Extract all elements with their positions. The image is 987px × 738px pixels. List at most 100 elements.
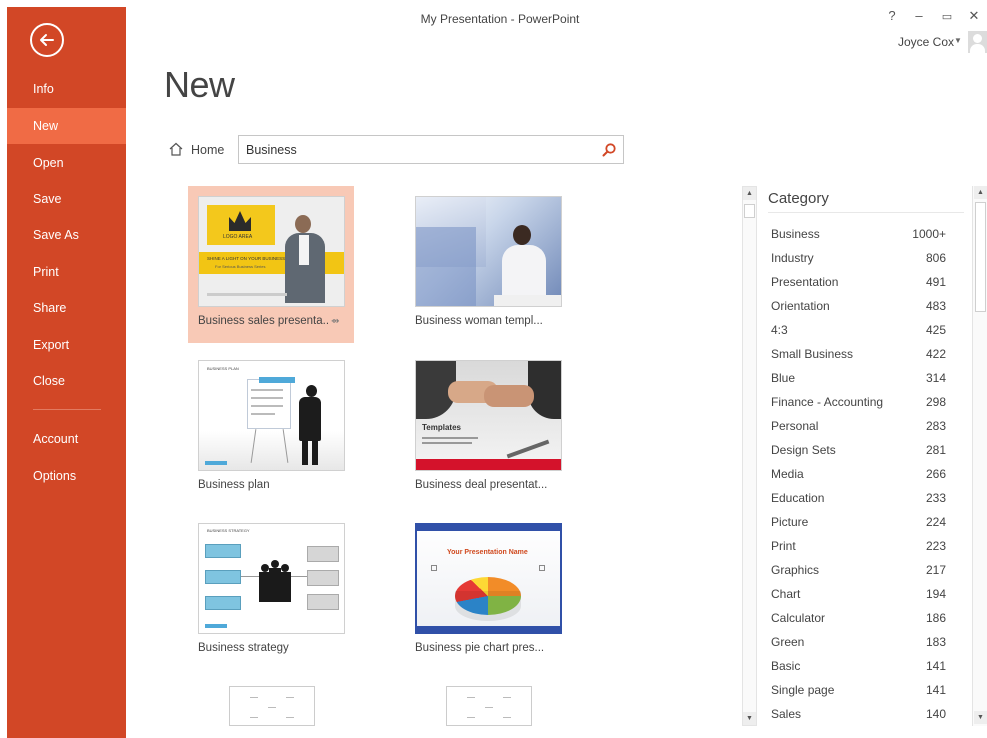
category-item[interactable]: Basic 141 [768, 654, 946, 678]
category-count: 186 [925, 611, 946, 625]
template-thumbnail-partial[interactable] [446, 686, 532, 726]
search-input[interactable] [246, 140, 586, 160]
pin-icon[interactable]: ⇴ [331, 316, 339, 327]
category-item[interactable]: Sales 140 [768, 702, 946, 726]
template-label: Business plan [198, 479, 270, 491]
template-thumbnail: LOGO AREA SHINE A LIGHT ON YOUR BUSINESS… [198, 196, 345, 307]
template-tile[interactable]: BUSINESS STRATEGY Business strategy [188, 513, 354, 670]
close-icon[interactable]: ✕ [965, 8, 983, 24]
minimize-icon[interactable]: – [910, 8, 928, 23]
template-tile[interactable]: LOGO AREA SHINE A LIGHT ON YOUR BUSINESS… [188, 186, 354, 343]
category-item[interactable]: Media 266 [768, 462, 946, 486]
sidebar-item-close[interactable]: Close [7, 363, 126, 399]
category-count: 806 [925, 251, 946, 265]
category-name: Picture [771, 515, 809, 529]
category-item[interactable]: Blue 314 [768, 366, 946, 390]
category-count: 281 [925, 443, 946, 457]
template-thumbnail: BUSINESS PLAN [198, 360, 345, 471]
template-thumbnail-partial[interactable] [229, 686, 315, 726]
category-item[interactable]: Print 223 [768, 534, 946, 558]
category-name: Presentation [771, 275, 839, 289]
category-name: Green [771, 635, 805, 649]
sidebar-item-save-as[interactable]: Save As [7, 217, 126, 253]
category-item[interactable]: Picture 224 [768, 510, 946, 534]
template-thumbnail [415, 196, 562, 307]
sidebar-item-open[interactable]: Open [7, 145, 126, 181]
category-item[interactable]: Orientation 483 [768, 294, 946, 318]
category-name: Orientation [771, 299, 830, 313]
category-item[interactable]: Small Business 422 [768, 342, 946, 366]
category-count: 217 [925, 563, 946, 577]
category-item[interactable]: Graphics 217 [768, 558, 946, 582]
sidebar-item-save[interactable]: Save [7, 181, 126, 217]
scrollbar-thumb[interactable] [744, 204, 755, 218]
category-divider [768, 212, 964, 213]
window-title: My Presentation - PowerPoint [420, 12, 580, 26]
category-item[interactable]: Single page 141 [768, 678, 946, 702]
sidebar-item-export[interactable]: Export [7, 327, 126, 363]
sidebar-item-info[interactable]: Info [7, 71, 126, 107]
scroll-down-icon[interactable]: ▼ [743, 712, 756, 725]
category-count: 491 [925, 275, 946, 289]
sidebar-item-print[interactable]: Print [7, 254, 126, 290]
category-item[interactable]: Finance - Accounting 298 [768, 390, 946, 414]
category-name: Sales [771, 707, 802, 721]
template-tile[interactable]: BUSINESS PLAN Business plan [188, 350, 354, 507]
category-count: 298 [925, 395, 946, 409]
sidebar-item-share[interactable]: Share [7, 290, 126, 326]
sidebar-item-new[interactable]: New [7, 108, 126, 144]
category-name: Industry [771, 251, 814, 265]
category-name: Single page [771, 683, 835, 697]
page-title: New [164, 64, 235, 105]
restore-icon[interactable]: ▭ [938, 10, 956, 23]
account-dropdown-icon[interactable]: ▼ [954, 36, 962, 45]
avatar[interactable] [968, 31, 987, 53]
category-count: 140 [925, 707, 946, 721]
scroll-up-icon[interactable]: ▲ [743, 187, 756, 200]
category-name: 4:3 [771, 323, 788, 337]
category-item[interactable]: Design Sets 281 [768, 438, 946, 462]
thumb-title: Your Presentation Name [447, 549, 528, 556]
account-name[interactable]: Joyce Cox [880, 35, 954, 49]
scroll-up-icon[interactable]: ▲ [974, 186, 987, 199]
template-tile[interactable]: Your Presentation Name Business pie char… [405, 513, 571, 670]
category-item[interactable]: Green 183 [768, 630, 946, 654]
category-name: Calculator [771, 611, 826, 625]
help-icon[interactable]: ? [883, 8, 901, 23]
template-list-scrollbar[interactable]: ▲ ▼ [742, 186, 757, 726]
category-name: Graphics [771, 563, 820, 577]
banner-title: SHINE A LIGHT ON YOUR BUSINESS [207, 256, 286, 261]
thumb-header: BUSINESS STRATEGY [207, 528, 250, 533]
search-icon[interactable] [601, 142, 617, 158]
sidebar-item-options[interactable]: Options [7, 458, 126, 494]
category-item[interactable]: Education 233 [768, 486, 946, 510]
template-tile[interactable]: Business woman templ... [405, 186, 571, 343]
category-count: 283 [925, 419, 946, 433]
category-name: Media [771, 467, 804, 481]
category-count: 314 [925, 371, 946, 385]
category-scrollbar[interactable]: ▲ ▼ [972, 186, 987, 726]
category-item[interactable]: Business 1000+ [768, 222, 946, 246]
category-count: 224 [925, 515, 946, 529]
template-search-box [238, 135, 624, 164]
category-name: Chart [771, 587, 801, 601]
back-arrow-icon[interactable] [30, 23, 64, 57]
category-title: Category [768, 190, 829, 207]
sidebar-item-account[interactable]: Account [7, 421, 126, 457]
template-label: Business strategy [198, 642, 289, 654]
template-label: Business sales presenta... [198, 315, 328, 327]
category-item[interactable]: 4:3 425 [768, 318, 946, 342]
category-item[interactable]: Chart 194 [768, 582, 946, 606]
category-item[interactable]: Industry 806 [768, 246, 946, 270]
category-item[interactable]: Presentation 491 [768, 270, 946, 294]
scrollbar-thumb[interactable] [975, 202, 986, 312]
template-tile[interactable]: Templates Business deal presentat... [405, 350, 571, 507]
category-item[interactable]: Calculator 186 [768, 606, 946, 630]
scroll-down-icon[interactable]: ▼ [974, 711, 987, 724]
home-label: Home [191, 143, 225, 157]
category-item[interactable]: Personal 283 [768, 414, 946, 438]
category-name: Small Business [771, 347, 854, 361]
category-count: 194 [925, 587, 946, 601]
category-count: 223 [925, 539, 946, 553]
category-name: Design Sets [771, 443, 836, 457]
